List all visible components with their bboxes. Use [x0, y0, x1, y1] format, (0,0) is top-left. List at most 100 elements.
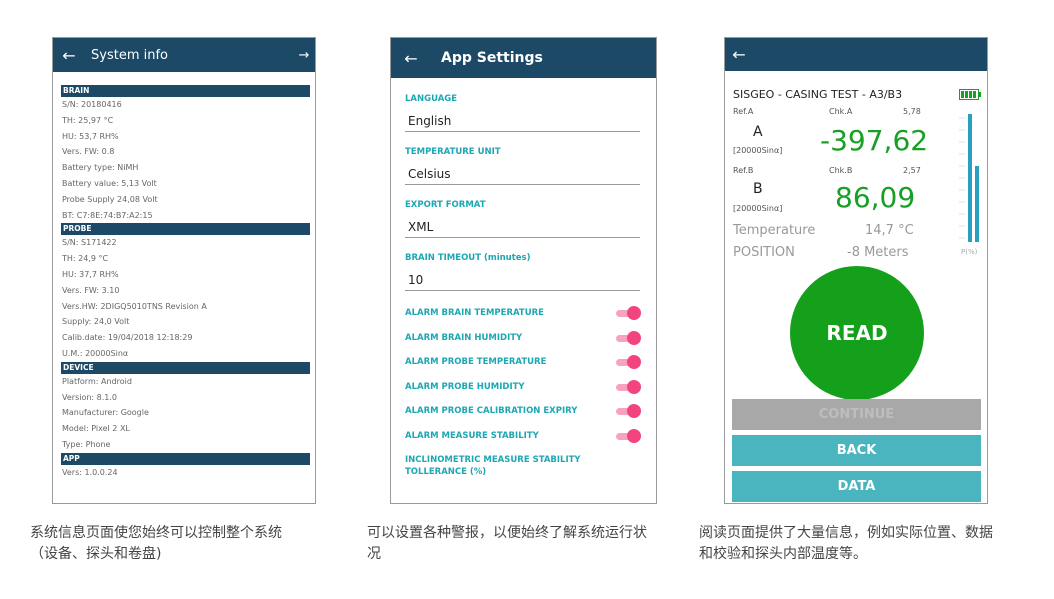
gauge-label: P(%)	[961, 248, 978, 256]
info-row: Battery type: NiMH	[62, 163, 139, 173]
section-header-brain: BRAIN	[61, 85, 310, 97]
info-row: Supply: 24,0 Volt	[62, 317, 130, 327]
alarm-row: ALARM PROBE TEMPERATURE	[405, 350, 641, 375]
language-field[interactable]: English	[405, 104, 640, 132]
caption-app-settings: 可以设置各种警报，以便始终了解系统运行状况	[367, 525, 647, 562]
position-value: -8 Meters	[847, 245, 909, 260]
unit-b-label: [20000Sinα]	[733, 204, 783, 213]
system-info-list: BRAIN S/N: 20180416 TH: 25,97 °C HU: 53,7 R…	[53, 72, 315, 481]
alarm-row: ALARM PROBE CALIBRATION EXPIRY	[405, 399, 641, 424]
ref-b-label: Ref.B	[733, 166, 754, 175]
arrow-left-icon[interactable]: ←	[725, 45, 753, 64]
caption-system-info: 系统信息页面使您始终可以控制整个系统（设备、探头和卷盘)	[30, 525, 282, 562]
info-row: Model: Pixel 2 XL	[62, 424, 130, 434]
export-format-label: EXPORT FORMAT	[405, 200, 486, 210]
app-settings-appbar: ← App Settings	[391, 38, 656, 78]
unit-a-label: [20000Sinα]	[733, 146, 783, 155]
app-settings-screen: ← App Settings LANGUAGE English TEMPERAT…	[390, 37, 657, 504]
info-row: Vers. FW: 3.10	[62, 285, 120, 295]
info-row: S/N: S171422	[62, 238, 117, 248]
info-row: Type: Phone	[62, 439, 111, 449]
brain-timeout-label: BRAIN TIMEOUT (minutes)	[405, 253, 531, 263]
arrow-left-icon[interactable]: ←	[55, 46, 83, 65]
stability-gauge	[959, 114, 979, 242]
axis-a-label: A	[753, 124, 763, 140]
value-a: -397,62	[820, 124, 929, 157]
brain-timeout-field[interactable]: 10	[405, 263, 640, 291]
alarm-row: ALARM BRAIN HUMIDITY	[405, 326, 641, 351]
info-row: Calib.date: 19/04/2018 12:18:29	[62, 333, 193, 343]
temperature-unit-field[interactable]: Celsius	[405, 157, 640, 185]
alarm-toggle[interactable]	[614, 379, 641, 394]
alarm-label: ALARM PROBE TEMPERATURE	[405, 357, 547, 368]
battery-icon	[959, 89, 981, 100]
inclinometric-tolerance-label: INCLINOMETRIC MEASURE STABILITY TOLLERAN…	[405, 455, 581, 477]
temperature-unit-label: TEMPERATURE UNIT	[405, 147, 501, 157]
info-row: S/N: 20180416	[62, 100, 122, 109]
info-row: Platform: Android	[62, 376, 132, 386]
temperature-label: Temperature	[733, 223, 816, 238]
alarm-toggle[interactable]	[614, 330, 641, 345]
info-row: Vers. FW: 0.8	[62, 147, 115, 157]
section-header-probe: PROBE	[61, 223, 310, 236]
alarm-row: ALARM PROBE HUMIDITY	[405, 375, 641, 400]
arrow-right-icon[interactable]: →	[293, 48, 315, 63]
info-row: TH: 25,97 °C	[62, 115, 114, 125]
chk-a-label: Chk.A	[829, 107, 853, 116]
alarm-label: ALARM PROBE CALIBRATION EXPIRY	[405, 406, 578, 417]
info-row: BT: C7:8E:74:B7:A2:15	[62, 210, 153, 220]
reading-appbar: ←	[725, 38, 987, 71]
alarm-label: ALARM MEASURE STABILITY	[405, 430, 539, 441]
info-row: Vers: 1.0.0.24	[62, 467, 118, 477]
info-row: Version: 8.1.0	[62, 392, 118, 402]
info-row: Manufacturer: Google	[62, 408, 149, 418]
alarm-label: ALARM PROBE HUMIDITY	[405, 381, 525, 392]
toggle-knob	[627, 428, 641, 443]
alarm-toggle[interactable]	[614, 306, 641, 321]
arrow-left-icon[interactable]: ←	[391, 49, 431, 68]
info-row: Probe Supply 24,08 Volt	[62, 194, 158, 204]
settings-list: LANGUAGE English TEMPERATURE UNIT Celsiu…	[391, 94, 656, 478]
section-header-device: DEVICE	[61, 361, 310, 374]
toggle-knob	[627, 379, 641, 394]
read-button[interactable]: READ	[790, 266, 924, 400]
caption-reading: 阅读页面提供了大量信息，例如实际位置、数据和校验和探头内部温度等。	[699, 525, 993, 562]
position-label: POSITION	[733, 245, 795, 260]
info-row: Battery value: 5,13 Volt	[62, 178, 157, 188]
chk-a-value: 5,78	[903, 107, 921, 116]
alarm-toggle[interactable]	[614, 404, 641, 419]
section-header-app: APP	[61, 452, 310, 465]
toggle-knob	[627, 306, 641, 321]
chk-b-label: Chk.B	[829, 166, 853, 175]
chk-b-value: 2,57	[903, 166, 921, 175]
reading-screen: ← SISGEO - CASING TEST - A3/B3 Ref.A Chk…	[724, 37, 988, 504]
alarm-toggle[interactable]	[614, 355, 641, 370]
alarm-row: ALARM MEASURE STABILITY	[405, 424, 641, 449]
alarm-label: ALARM BRAIN HUMIDITY	[405, 332, 523, 343]
data-button[interactable]: DATA	[732, 471, 981, 502]
back-button[interactable]: BACK	[732, 435, 981, 466]
info-row: HU: 37,7 RH%	[62, 269, 119, 279]
system-info-screen: ← System info → BRAIN S/N: 20180416 TH: 25…	[52, 37, 316, 504]
continue-button[interactable]: CONTINUE	[732, 399, 981, 430]
toggle-knob	[627, 330, 641, 345]
ref-a-label: Ref.A	[733, 107, 754, 116]
info-row: HU: 53,7 RH%	[62, 131, 119, 141]
toggle-knob	[627, 355, 641, 370]
alarm-label: ALARM BRAIN TEMPERATURE	[405, 308, 544, 319]
reading-header: SISGEO - CASING TEST - A3/B3	[733, 88, 903, 101]
export-format-field[interactable]: XML	[405, 210, 640, 238]
info-row: TH: 24,9 °C	[62, 254, 109, 264]
value-b: 86,09	[835, 181, 916, 214]
language-label: LANGUAGE	[405, 94, 458, 104]
app-settings-title: App Settings	[441, 50, 543, 66]
alarm-toggle[interactable]	[614, 428, 641, 443]
alarm-row: ALARM BRAIN TEMPERATURE	[405, 301, 641, 326]
axis-b-label: B	[753, 181, 763, 197]
toggle-knob	[627, 404, 641, 419]
temperature-value: 14,7 °C	[865, 223, 914, 238]
system-info-title: System info	[91, 47, 168, 63]
info-row: Vers.HW: 2DIGQ5010TNS Revision A	[62, 301, 207, 311]
info-row: U.M.: 20000Sinα	[62, 348, 129, 358]
alarm-list: ALARM BRAIN TEMPERATURE ALARM BRAIN HUMID…	[405, 301, 641, 449]
